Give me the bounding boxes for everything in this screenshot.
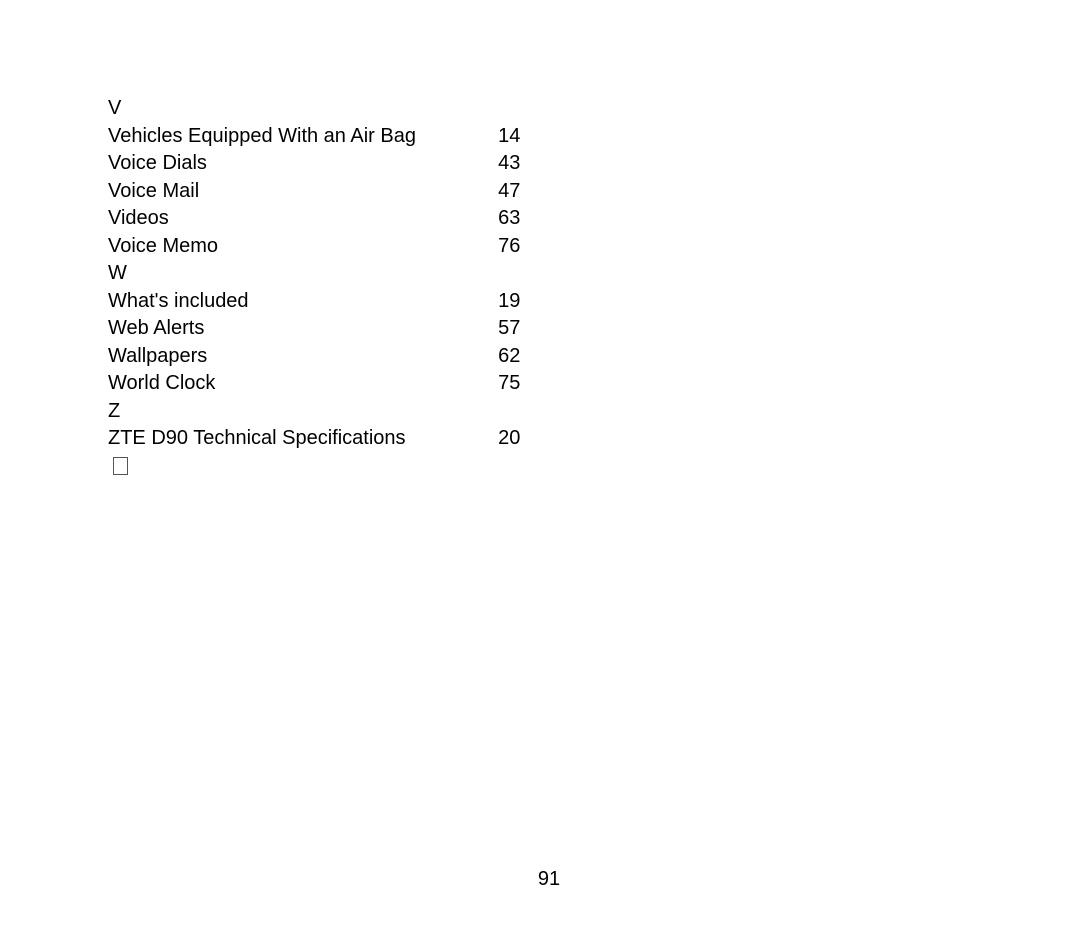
entry-page: 76 — [498, 234, 521, 257]
entry-page: 43 — [498, 152, 521, 174]
index-entry: What's included 19 — [108, 288, 528, 316]
index-entry: Wallpapers 62 — [108, 343, 528, 371]
entry-page: 57 — [498, 317, 521, 339]
index-entry: Web Alerts 57 — [108, 315, 528, 343]
index-entry: Voice Mail 47 — [108, 178, 528, 206]
section-letter: V — [108, 97, 122, 119]
entry-term: Voice Memo — [108, 234, 219, 257]
entry-page: 63 — [498, 207, 521, 229]
index-entry: Vehicles Equipped With an Air Bag 14 — [108, 123, 528, 151]
section-letter: W — [108, 262, 127, 284]
entry-page: 75 — [498, 372, 521, 394]
index-entry: World Clock 75 — [108, 370, 528, 398]
entry-term: World Clock — [108, 372, 216, 394]
index-entry: ZTE D90 Technical Specifications 20 — [108, 425, 528, 453]
index-entry: Videos 63 — [108, 205, 528, 233]
page-number: 91 — [537, 868, 561, 890]
index-list: V Vehicles Equipped With an Air Bag 14 V… — [108, 95, 528, 475]
entry-page: 20 — [498, 427, 521, 449]
entry-term: Web Alerts — [108, 317, 205, 339]
section-letter: Z — [108, 399, 121, 422]
index-entry: Voice Memo 76 — [108, 233, 528, 261]
entry-term: Voice Mail — [108, 179, 200, 202]
entry-term: ZTE D90 Technical Specifications — [108, 427, 406, 449]
entry-term: Vehicles Equipped With an Air Bag — [108, 124, 416, 147]
section-letter-v: V — [108, 95, 528, 123]
entry-term: Wallpapers — [108, 344, 208, 367]
entry-term: Voice Dials — [108, 152, 207, 174]
section-letter-w: W — [108, 260, 528, 288]
entry-page: 19 — [498, 289, 521, 312]
entry-page: 62 — [498, 344, 521, 367]
section-letter-z: Z — [108, 398, 528, 426]
entry-page: 14 — [498, 124, 521, 147]
entry-term: What's included — [108, 289, 249, 312]
index-entry: Voice Dials 43 — [108, 150, 528, 178]
missing-glyph-box-icon — [113, 456, 128, 475]
entry-term: Videos — [108, 207, 169, 229]
entry-page: 47 — [498, 179, 521, 202]
